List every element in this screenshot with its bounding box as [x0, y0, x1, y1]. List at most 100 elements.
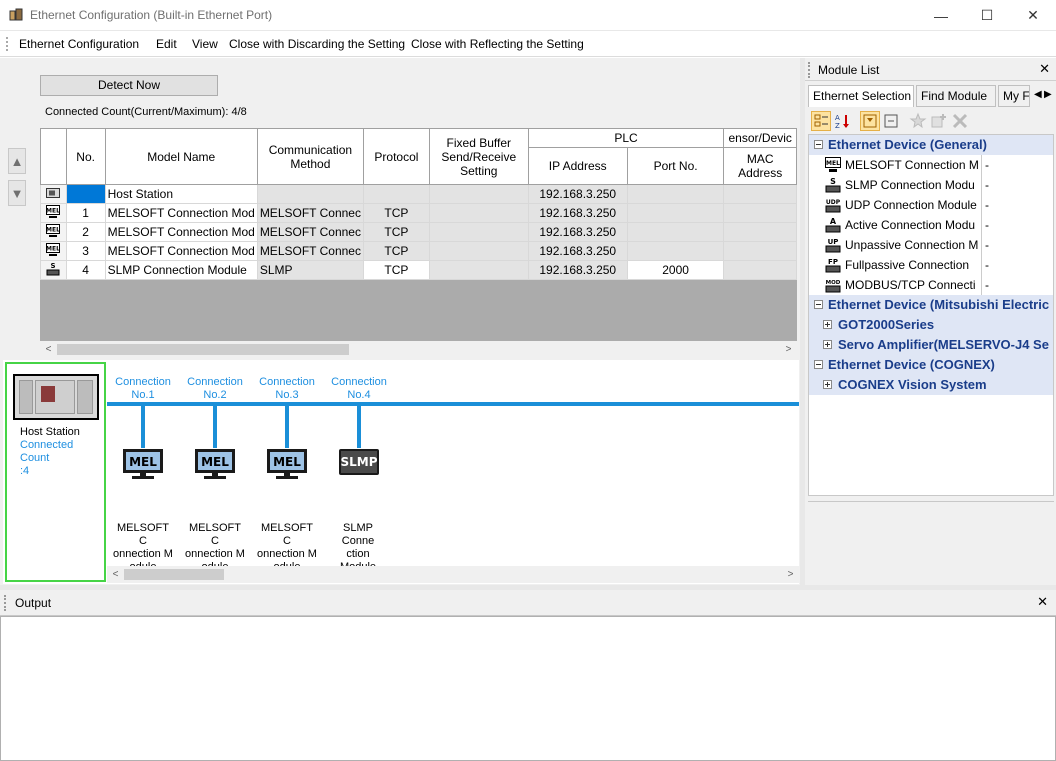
cell-ip[interactable]: 192.168.3.250 — [527, 203, 628, 223]
table-row[interactable]: MEL 2 MELSOFT Connection Mod MELSOFT Con… — [40, 222, 797, 242]
cell-protocol[interactable]: TCP — [362, 241, 430, 261]
category-ethernet-mitsubishi[interactable]: Ethernet Device (Mitsubishi Electric — [809, 295, 1053, 315]
scroll-left-icon[interactable]: < — [40, 341, 57, 358]
cell-method[interactable]: MELSOFT Connec — [256, 241, 364, 261]
cell-no[interactable]: 1 — [65, 203, 106, 223]
module-item[interactable]: UDP UDP Connection Module - — [809, 195, 1053, 215]
subgroup-servo-amplifier[interactable]: Servo Amplifier(MELSERVO-J4 Se — [809, 335, 1053, 355]
expand-icon[interactable] — [823, 340, 832, 349]
cell-mac[interactable] — [723, 203, 797, 223]
subgroup-got2000[interactable]: GOT2000Series — [809, 315, 1053, 335]
cell-ip[interactable]: 192.168.3.250 — [527, 241, 628, 261]
subgroup-cognex-vision[interactable]: COGNEX Vision System — [809, 375, 1053, 395]
menu-view[interactable]: View — [192, 37, 218, 51]
cell-model[interactable]: MELSOFT Connection Mod — [104, 241, 258, 261]
cell-protocol[interactable] — [362, 184, 430, 204]
module-item[interactable]: UP Unpassive Connection M - — [809, 235, 1053, 255]
table-row[interactable]: Host Station 192.168.3.250 — [40, 184, 797, 204]
module-list-close-icon[interactable]: ✕ — [1039, 61, 1050, 77]
cell-mac[interactable] — [723, 241, 797, 261]
cell-model[interactable]: MELSOFT Connection Mod — [104, 203, 258, 223]
panel-grip[interactable] — [4, 595, 10, 611]
collapse-icon[interactable] — [814, 300, 823, 309]
cell-port[interactable] — [626, 241, 725, 261]
cell-port[interactable] — [626, 222, 725, 242]
menu-edit[interactable]: Edit — [156, 37, 177, 51]
cell-protocol[interactable]: TCP — [362, 222, 430, 242]
scroll-left-icon[interactable]: < — [107, 566, 124, 583]
cell-ip[interactable]: 192.168.3.250 — [527, 184, 628, 204]
tab-find-module[interactable]: Find Module — [916, 85, 996, 107]
melsoft-device-icon[interactable]: MEL — [266, 448, 308, 480]
expand-icon[interactable] — [823, 380, 832, 389]
tab-my-favorites[interactable]: My F — [998, 85, 1030, 107]
cell-method[interactable]: SLMP — [256, 260, 364, 280]
add-favorite-button[interactable] — [908, 111, 928, 131]
grid-scroll-thumb[interactable] — [57, 344, 349, 355]
cell-ip[interactable]: 192.168.3.250 — [527, 222, 628, 242]
collapse-icon[interactable] — [814, 360, 823, 369]
cell-no[interactable]: 2 — [65, 222, 106, 242]
cell-fixed-buffer[interactable] — [428, 241, 529, 261]
cell-protocol[interactable]: TCP — [362, 260, 430, 280]
delete-button[interactable] — [950, 111, 970, 131]
cell-method[interactable]: MELSOFT Connec — [256, 203, 364, 223]
menu-ethernet-configuration[interactable]: Ethernet Configuration — [19, 37, 139, 51]
add-module-button[interactable] — [929, 111, 949, 131]
cell-port[interactable] — [626, 203, 725, 223]
slmp-device-icon[interactable]: SLMP — [338, 448, 380, 480]
cell-fixed-buffer[interactable] — [428, 222, 529, 242]
menu-close-discarding[interactable]: Close with Discarding the Setting — [229, 37, 405, 51]
cell-port[interactable] — [626, 184, 725, 204]
tab-ethernet-selection[interactable]: Ethernet Selection — [808, 85, 914, 107]
panel-grip[interactable] — [808, 62, 814, 78]
cell-no[interactable]: 4 — [65, 260, 106, 280]
table-row[interactable]: MEL 3 MELSOFT Connection Mod MELSOFT Con… — [40, 241, 797, 261]
expand-icon[interactable] — [823, 320, 832, 329]
detect-now-button[interactable]: Detect Now — [40, 75, 218, 96]
module-item[interactable]: FP Fullpassive Connection - — [809, 255, 1053, 275]
tab-scroll-right-icon[interactable]: ▶ — [1044, 89, 1052, 100]
module-item[interactable]: S SLMP Connection Modu - — [809, 175, 1053, 195]
host-station-node[interactable]: Host Station Connected Count :4 — [5, 362, 106, 582]
cell-fixed-buffer[interactable] — [428, 260, 529, 280]
sort-by-category-button[interactable] — [811, 111, 831, 131]
cell-method[interactable]: MELSOFT Connec — [256, 222, 364, 242]
cell-protocol[interactable]: TCP — [362, 203, 430, 223]
move-up-button[interactable]: ▲ — [8, 148, 26, 174]
tab-scroll-left-icon[interactable]: ◀ — [1034, 89, 1042, 100]
maximize-button[interactable]: ☐ — [964, 0, 1010, 31]
cell-no[interactable]: 3 — [65, 241, 106, 261]
sort-alphabetical-button[interactable]: AZ — [832, 111, 852, 131]
cell-mac[interactable] — [723, 260, 797, 280]
cell-mac[interactable] — [723, 222, 797, 242]
menu-close-reflecting[interactable]: Close with Reflecting the Setting — [411, 37, 584, 51]
module-item[interactable]: MEL MELSOFT Connection M - — [809, 155, 1053, 175]
move-down-button[interactable]: ▼ — [8, 180, 26, 206]
category-ethernet-general[interactable]: Ethernet Device (General) — [809, 135, 1053, 155]
cell-fixed-buffer[interactable] — [428, 184, 529, 204]
expand-button[interactable] — [881, 111, 901, 131]
cell-method[interactable] — [256, 184, 364, 204]
output-body[interactable] — [0, 616, 1056, 761]
cell-fixed-buffer[interactable] — [428, 203, 529, 223]
cell-mac[interactable] — [723, 184, 797, 204]
diagram-scroll-thumb[interactable] — [124, 569, 224, 580]
cell-ip[interactable]: 192.168.3.250 — [527, 260, 628, 280]
close-button[interactable]: ✕ — [1010, 0, 1056, 31]
output-close-icon[interactable]: ✕ — [1037, 594, 1048, 610]
filter-button[interactable] — [860, 111, 880, 131]
cell-model[interactable]: MELSOFT Connection Mod — [104, 222, 258, 242]
cell-port[interactable]: 2000 — [626, 260, 725, 280]
grid-horizontal-scrollbar[interactable]: < > — [40, 341, 797, 358]
minimize-button[interactable]: — — [918, 0, 964, 31]
scroll-right-icon[interactable]: > — [782, 566, 799, 583]
table-row[interactable]: S 4 SLMP Connection Module SLMP TCP 192.… — [40, 260, 797, 280]
module-item[interactable]: A Active Connection Modu - — [809, 215, 1053, 235]
category-ethernet-cognex[interactable]: Ethernet Device (COGNEX) — [809, 355, 1053, 375]
melsoft-device-icon[interactable]: MEL — [194, 448, 236, 480]
melsoft-device-icon[interactable]: MEL — [122, 448, 164, 480]
collapse-icon[interactable] — [814, 140, 823, 149]
scroll-right-icon[interactable]: > — [780, 341, 797, 358]
cell-model[interactable]: SLMP Connection Module — [104, 260, 258, 280]
